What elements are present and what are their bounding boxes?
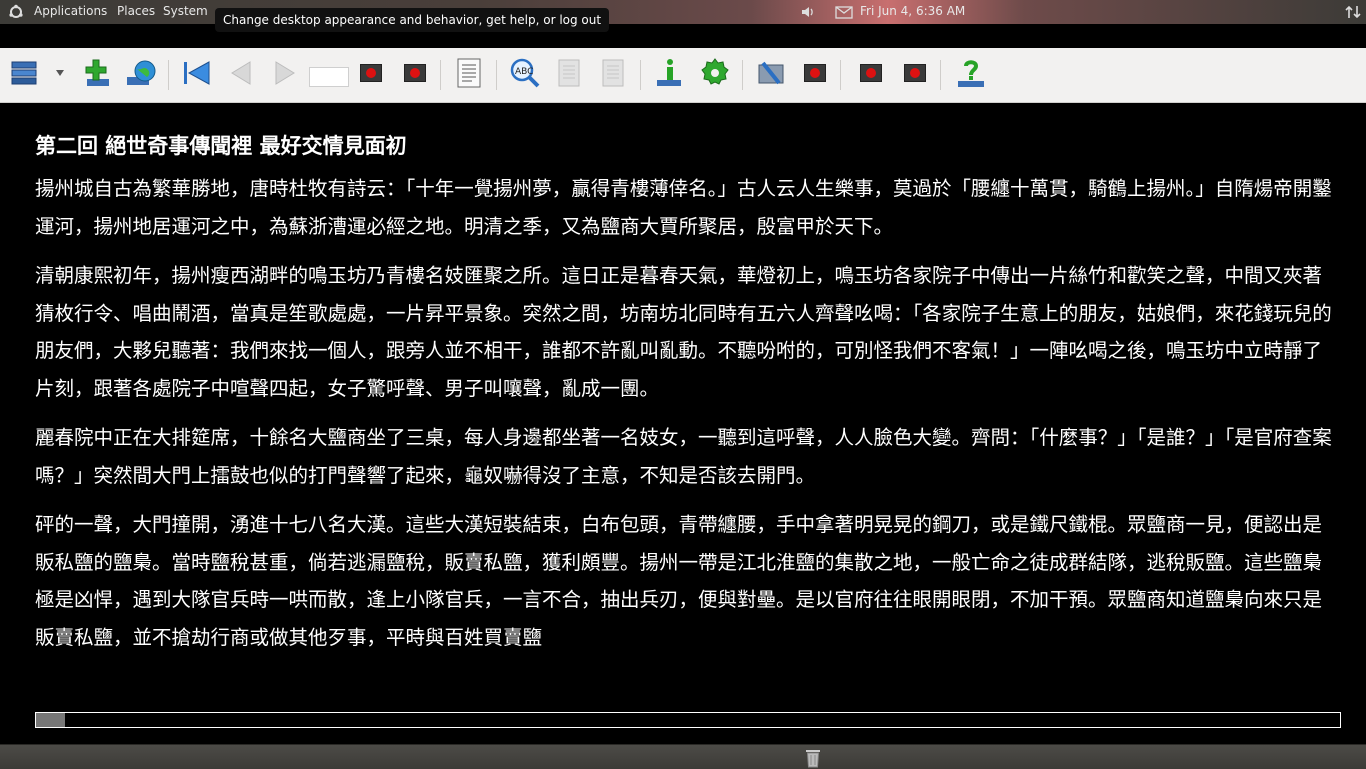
online-library-button[interactable] <box>124 56 158 90</box>
ubuntu-logo-icon[interactable] <box>8 4 24 20</box>
library-button[interactable] <box>8 56 42 90</box>
forward-button[interactable] <box>268 56 302 90</box>
stop-button-5[interactable] <box>898 56 932 90</box>
svg-text:ABC: ABC <box>515 67 533 77</box>
paragraph: 砰的一聲，大門撞開，湧進十七八名大漢。這些大漢短裝結束，白布包頭，青帶纏腰，手中… <box>35 513 1323 649</box>
stop-button-4[interactable] <box>854 56 888 90</box>
page-button-2[interactable] <box>596 56 630 90</box>
menu-places[interactable]: Places <box>117 0 155 24</box>
search-text-icon: ABC <box>510 58 540 88</box>
page-icon <box>602 59 624 87</box>
toolbar: ABC <box>0 48 1366 103</box>
info-icon <box>657 59 681 86</box>
stop-button-3[interactable] <box>798 56 832 90</box>
forward-icon <box>275 61 295 85</box>
back-button[interactable] <box>224 56 258 90</box>
document-button[interactable] <box>452 56 486 90</box>
paragraph: 麗春院中正在大排筵席，十餘名大鹽商坐了三桌，每人身邊都坐著一名妓女，一聽到這呼聲… <box>35 426 1332 487</box>
system-menu-tooltip: Change desktop appearance and behavior, … <box>215 8 610 32</box>
page-number-input[interactable] <box>309 67 349 87</box>
reader-text-area[interactable]: 第二回 絕世奇事傳聞裡 最好交情見面初 揚州城自古為繁華勝地，唐時杜牧有詩云：「… <box>35 102 1335 668</box>
top-panel: Applications Places System Fri Jun 4, 6:… <box>0 0 1366 24</box>
library-dropdown[interactable] <box>50 56 70 90</box>
help-icon <box>958 60 984 87</box>
stop-icon <box>904 64 926 82</box>
reading-progress-fill <box>36 713 65 727</box>
network-icon[interactable] <box>1345 4 1361 20</box>
chapter-title: 第二回 絕世奇事傳聞裡 最好交情見面初 <box>35 133 407 158</box>
paragraph: 揚州城自古為繁華勝地，唐時杜牧有詩云：「十年一覺揚州夢，贏得青樓薄倖名。」古人云… <box>35 177 1332 238</box>
globe-icon <box>127 60 156 85</box>
tools-icon <box>758 61 784 85</box>
document-icon <box>457 58 481 88</box>
page-button-1[interactable] <box>552 56 586 90</box>
help-button[interactable] <box>954 56 988 90</box>
page-icon <box>558 59 580 87</box>
first-page-icon <box>184 61 210 85</box>
paragraph: 清朝康熙初年，揚州瘦西湖畔的鳴玉坊乃青樓名妓匯聚之所。這日正是暮春天氣，華燈初上… <box>35 264 1332 400</box>
stop-icon <box>360 64 382 82</box>
settings-button[interactable] <box>698 56 732 90</box>
volume-icon[interactable] <box>800 4 816 20</box>
back-icon <box>231 61 251 85</box>
add-book-button[interactable] <box>80 56 114 90</box>
stop-icon <box>804 64 826 82</box>
stop-icon <box>860 64 882 82</box>
tools-button[interactable] <box>754 56 788 90</box>
reading-progress-bar[interactable] <box>35 712 1341 728</box>
stop-icon <box>404 64 426 82</box>
stop-button-2[interactable] <box>398 56 432 90</box>
menu-applications[interactable]: Applications <box>34 0 107 24</box>
info-button[interactable] <box>652 56 686 90</box>
clock[interactable]: Fri Jun 4, 6:36 AM <box>860 0 965 22</box>
mail-icon[interactable] <box>835 4 853 20</box>
menu-system[interactable]: System <box>163 0 208 24</box>
add-book-icon <box>85 59 109 86</box>
trash-icon[interactable] <box>805 748 821 768</box>
settings-icon <box>701 58 729 85</box>
stop-button-1[interactable] <box>354 56 388 90</box>
chevron-down-icon <box>56 70 64 76</box>
first-page-button[interactable] <box>180 56 214 90</box>
search-text-button[interactable]: ABC <box>508 56 542 90</box>
library-icon <box>11 61 37 85</box>
bottom-panel <box>0 744 1366 769</box>
